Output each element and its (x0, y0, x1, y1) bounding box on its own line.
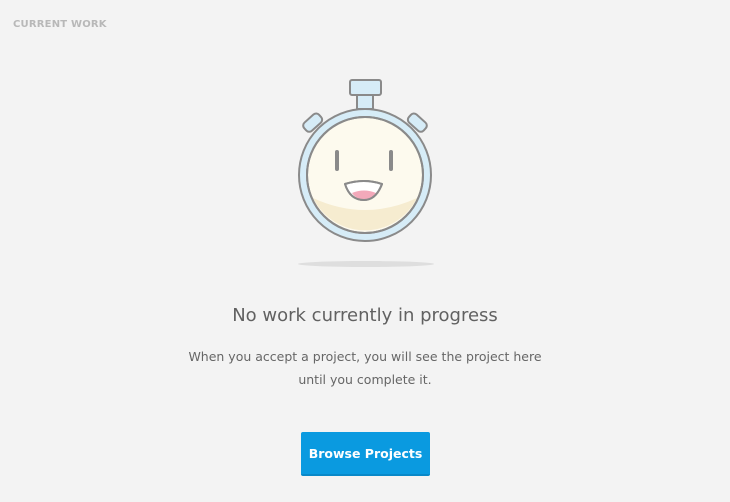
description-line-2: until you complete it. (298, 372, 432, 387)
section-label: CURRENT WORK (13, 19, 107, 30)
browse-projects-button[interactable]: Browse Projects (301, 432, 430, 476)
description-line-1: When you accept a project, you will see … (188, 349, 542, 364)
stopwatch-smiley-icon (290, 72, 440, 272)
empty-state-description: When you accept a project, you will see … (165, 345, 565, 391)
empty-state-title: No work currently in progress (232, 305, 498, 326)
